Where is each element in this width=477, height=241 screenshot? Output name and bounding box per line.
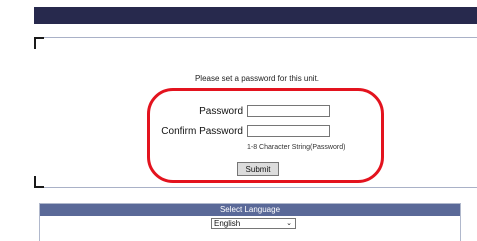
language-header: Select Language: [40, 204, 460, 216]
panel-bottom-rule: [34, 187, 477, 188]
corner-bracket-top-left: [34, 37, 44, 49]
top-banner: [34, 7, 477, 24]
corner-bracket-bottom-left: [34, 176, 44, 188]
language-select[interactable]: English ⌄: [211, 218, 296, 229]
chevron-down-icon: ⌄: [286, 220, 292, 227]
instruction-text: Please set a password for this unit.: [194, 74, 320, 83]
panel-top-rule: [34, 37, 477, 38]
highlight-annotation: [147, 88, 384, 183]
language-panel: Select Language English ⌄: [39, 203, 461, 241]
language-selected-value: English: [214, 219, 241, 228]
